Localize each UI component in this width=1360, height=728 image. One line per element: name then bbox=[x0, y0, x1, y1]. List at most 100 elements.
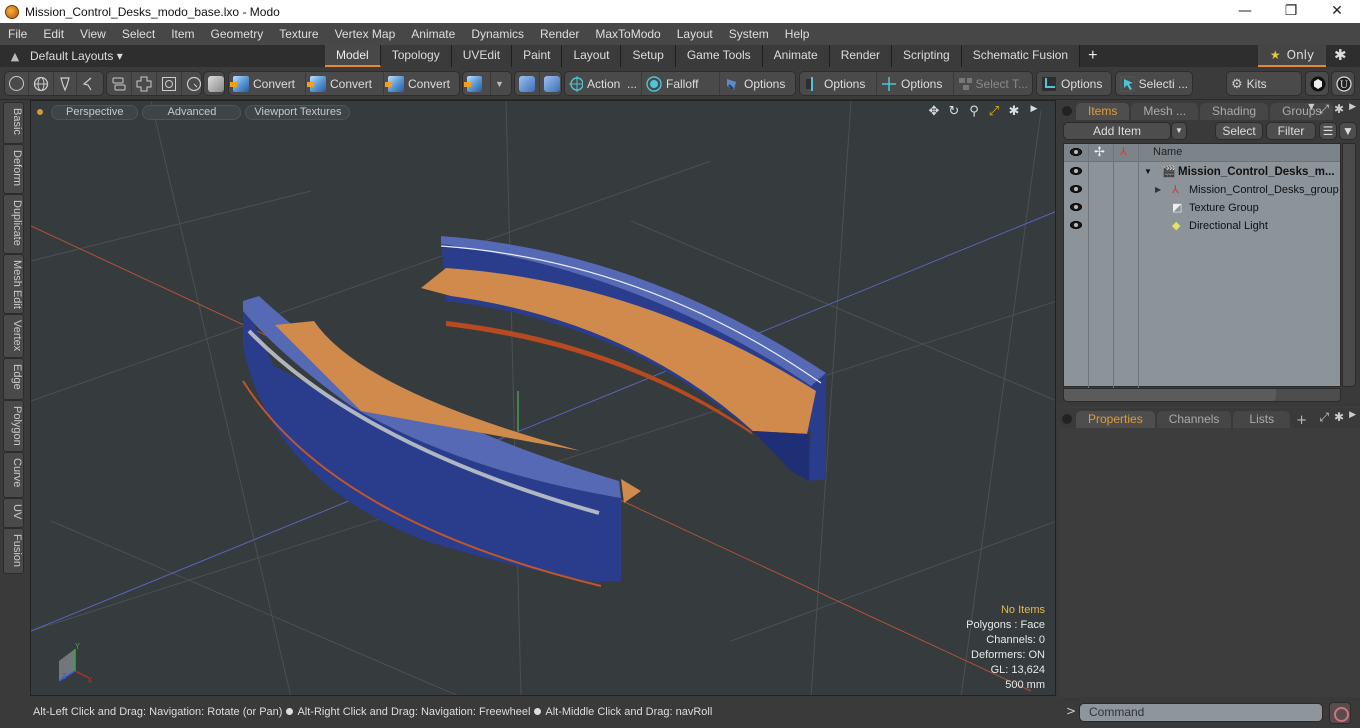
panel-menu-dot[interactable] bbox=[1062, 414, 1072, 424]
shading-mode-dropdown[interactable]: Advanced bbox=[142, 104, 242, 120]
vtab-uv[interactable]: UV bbox=[3, 498, 24, 528]
polygons-button[interactable] bbox=[107, 72, 132, 95]
desk-front-mesh[interactable] bbox=[242, 296, 641, 587]
menu-edit[interactable]: Edit bbox=[35, 23, 72, 45]
tab-uvedit[interactable]: UVEdit bbox=[451, 45, 513, 67]
visibility-eye-icon[interactable] bbox=[1070, 203, 1082, 211]
viewport-more-arrow-icon[interactable]: ▶ bbox=[1027, 104, 1041, 119]
visibility-eye-icon[interactable] bbox=[1070, 221, 1082, 229]
vtab-vertex[interactable]: Vertex bbox=[3, 314, 24, 358]
3d-viewport[interactable]: Y Z X Perspective Advanced Viewport Text… bbox=[30, 100, 1056, 696]
menu-select[interactable]: Select bbox=[114, 23, 163, 45]
material-button[interactable] bbox=[157, 72, 182, 95]
rotate-icon[interactable]: ↻ bbox=[947, 104, 961, 119]
work-plane-dropdown[interactable]: ▼ bbox=[491, 72, 511, 95]
tab-schematic-fusion[interactable]: Schematic Fusion bbox=[961, 45, 1081, 67]
menu-view[interactable]: View bbox=[72, 23, 114, 45]
action-center-button[interactable]: Action ... bbox=[565, 72, 642, 95]
tab-game-tools[interactable]: Game Tools bbox=[675, 45, 763, 67]
grid-options-button[interactable]: Options bbox=[1037, 72, 1111, 95]
add-item-dropdown[interactable]: ▼ bbox=[1171, 122, 1187, 140]
visibility-eye-icon[interactable] bbox=[1070, 148, 1082, 156]
item-row-scene[interactable]: ▼ 🎬 Mission_Control_Desks_m... bbox=[1064, 163, 1340, 181]
scroll-thumb[interactable] bbox=[1064, 389, 1276, 401]
tab-render[interactable]: Render bbox=[829, 45, 893, 67]
tab-layout[interactable]: Layout bbox=[562, 45, 622, 67]
work-plane-button[interactable] bbox=[463, 72, 491, 95]
lock-cross-icon[interactable]: ✢ bbox=[1094, 145, 1105, 160]
panel-more-arrow-icon[interactable]: ▶ bbox=[1349, 102, 1356, 117]
name-column-header[interactable]: Name bbox=[1153, 146, 1182, 158]
tab-lists[interactable]: Lists bbox=[1233, 411, 1291, 428]
menu-texture[interactable]: Texture bbox=[271, 23, 326, 45]
collapse-arrow-icon[interactable]: ▲ bbox=[0, 50, 30, 63]
zoom-magnifier-icon[interactable]: ⚲ bbox=[967, 104, 981, 119]
filter-button[interactable]: Filter bbox=[1266, 122, 1316, 140]
item-mode-button[interactable] bbox=[77, 72, 99, 95]
snapping-button[interactable] bbox=[540, 72, 564, 95]
tab-topology[interactable]: Topology bbox=[380, 45, 452, 67]
tab-animate[interactable]: Animate bbox=[762, 45, 830, 67]
menu-dynamics[interactable]: Dynamics bbox=[463, 23, 532, 45]
view-mode-dropdown[interactable]: Perspective bbox=[51, 104, 139, 120]
maximize-viewport-icon[interactable]: ⤢ bbox=[987, 104, 1001, 119]
selection-sets-button[interactable]: Selecti ... bbox=[1116, 72, 1192, 95]
funnel-filter-icon[interactable]: ▼ bbox=[1339, 122, 1357, 140]
command-input[interactable]: Command bbox=[1079, 703, 1323, 722]
vertices-mode-button[interactable] bbox=[5, 72, 29, 95]
select-button[interactable]: Select bbox=[1215, 122, 1263, 140]
item-row-light[interactable]: ◆ Directional Light bbox=[1064, 217, 1340, 235]
pan-move-icon[interactable]: ✥ bbox=[927, 104, 941, 119]
vtab-mesh-edit[interactable]: Mesh Edit bbox=[3, 254, 24, 314]
add-item-button[interactable]: Add Item bbox=[1063, 122, 1171, 140]
expand-panel-icon[interactable]: ⤢ bbox=[1319, 102, 1329, 117]
menu-system[interactable]: System bbox=[721, 23, 777, 45]
tabs-dropdown-icon[interactable]: ▼ bbox=[1308, 102, 1314, 117]
panel-gear-icon[interactable]: ✱ bbox=[1334, 102, 1344, 117]
default-layouts-dropdown[interactable]: Default Layouts ▾ bbox=[30, 49, 320, 63]
menu-layout[interactable]: Layout bbox=[669, 23, 721, 45]
select-through-button[interactable]: Select T... bbox=[954, 72, 1032, 95]
panel-more-arrow-icon[interactable]: ▶ bbox=[1349, 410, 1356, 425]
vtab-deform[interactable]: Deform bbox=[3, 144, 24, 194]
menu-geometry[interactable]: Geometry bbox=[203, 23, 272, 45]
convert-button-2[interactable]: Convert bbox=[306, 72, 384, 95]
falloff-options-button[interactable]: Options bbox=[720, 72, 795, 95]
vtab-duplicate[interactable]: Duplicate bbox=[3, 194, 24, 254]
list-options-icon[interactable]: ☰ bbox=[1319, 122, 1337, 140]
viewport-textures-dropdown[interactable]: Viewport Textures bbox=[245, 104, 351, 120]
menu-help[interactable]: Help bbox=[777, 23, 818, 45]
layout-settings-gear-icon[interactable]: ✱ bbox=[1334, 46, 1347, 64]
vtab-basic[interactable]: Basic bbox=[3, 102, 24, 144]
vtab-curve[interactable]: Curve bbox=[3, 452, 24, 498]
minimize-button[interactable]: — bbox=[1222, 0, 1268, 23]
menu-render[interactable]: Render bbox=[532, 23, 587, 45]
convert-button-3[interactable]: Convert bbox=[384, 72, 459, 95]
unreal-button[interactable]: U bbox=[1332, 72, 1356, 95]
record-macro-button[interactable] bbox=[1329, 702, 1351, 724]
tab-setup[interactable]: Setup bbox=[621, 45, 676, 67]
symmetry-options-button[interactable]: Options bbox=[800, 72, 877, 95]
menu-animate[interactable]: Animate bbox=[403, 23, 463, 45]
panel-menu-dot[interactable] bbox=[1062, 106, 1072, 116]
unity-button[interactable] bbox=[1306, 72, 1330, 95]
kits-button[interactable]: ⚙ Kits bbox=[1227, 72, 1301, 95]
only-favorites-button[interactable]: ★ Only bbox=[1258, 45, 1326, 67]
maximize-button[interactable]: ❐ bbox=[1268, 0, 1314, 23]
tab-paint[interactable]: Paint bbox=[512, 45, 563, 67]
vtab-edge[interactable]: Edge bbox=[3, 358, 24, 400]
vtab-fusion[interactable]: Fusion bbox=[3, 528, 24, 574]
falloff-button[interactable]: Falloff bbox=[642, 72, 720, 95]
viewport-gear-icon[interactable]: ✱ bbox=[1007, 104, 1021, 119]
tab-channels[interactable]: Channels bbox=[1156, 411, 1232, 428]
tab-mesh[interactable]: Mesh ... bbox=[1131, 103, 1199, 120]
expand-panel-icon[interactable]: ⤢ bbox=[1319, 410, 1329, 425]
menu-item[interactable]: Item bbox=[163, 23, 202, 45]
visibility-eye-icon[interactable] bbox=[1070, 185, 1082, 193]
menu-vertex-map[interactable]: Vertex Map bbox=[327, 23, 404, 45]
add-tab-button[interactable]: + bbox=[1080, 45, 1105, 67]
items-vertical-scrollbar[interactable] bbox=[1342, 143, 1356, 387]
close-button[interactable]: ✕ bbox=[1314, 0, 1360, 23]
item-row-group[interactable]: ▶ ⅄ Mission_Control_Desks_group bbox=[1064, 181, 1340, 199]
tab-items[interactable]: Items bbox=[1076, 103, 1130, 120]
